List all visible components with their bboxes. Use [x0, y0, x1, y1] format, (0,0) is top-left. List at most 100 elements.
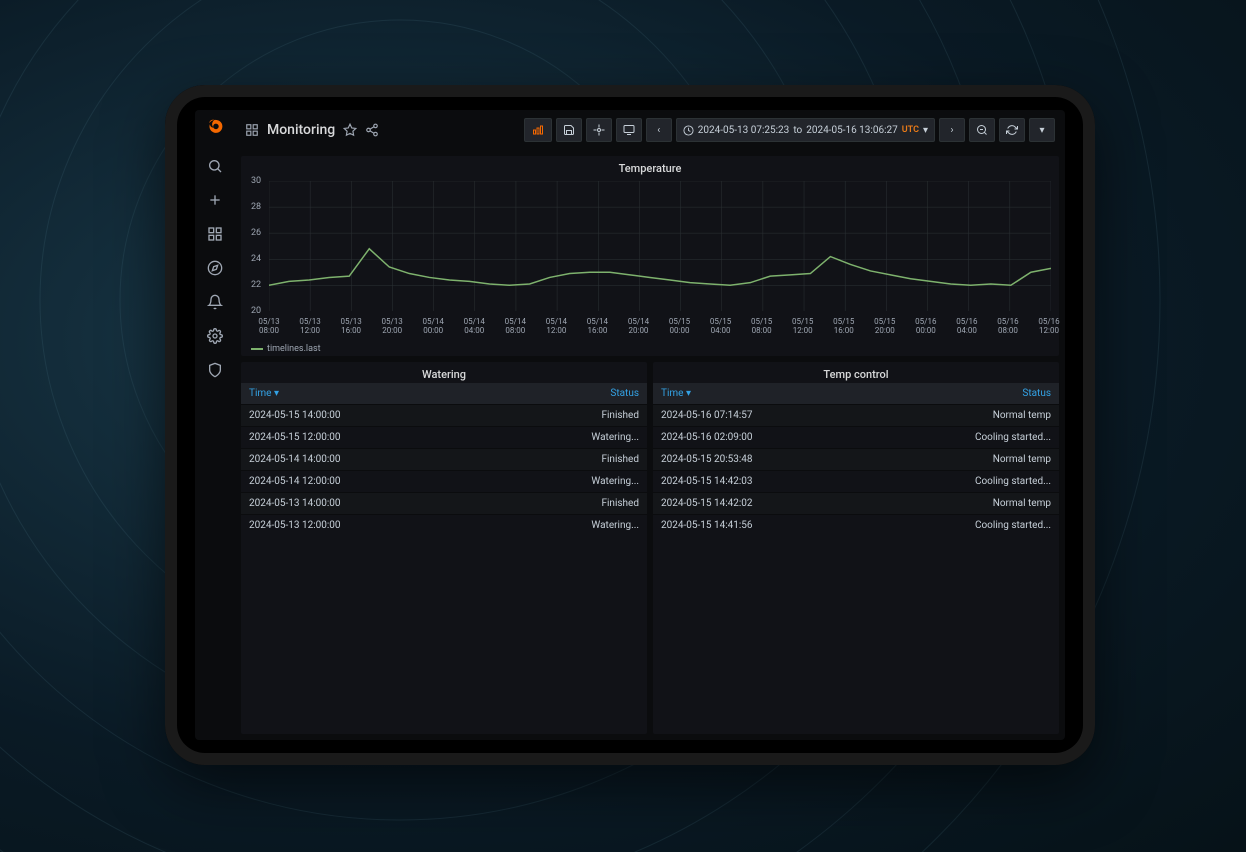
table-row[interactable]: 2024-05-13 12:00:00 Watering...: [241, 514, 647, 536]
temp-control-panel: Temp control Time ▾ Status 2024-05-16 07…: [653, 362, 1059, 734]
row-time: 2024-05-15 12:00:00: [249, 432, 341, 443]
temperature-panel: Temperature 302826242220 05/13 08:0005/1…: [241, 156, 1059, 356]
chart-legend: timelines.last: [251, 344, 321, 354]
time-range-picker[interactable]: 2024-05-13 07:25:23 to 2024-05-16 13:06:…: [676, 118, 935, 142]
time-range-to-label: to: [793, 125, 802, 136]
temp-control-time-column[interactable]: Time ▾: [661, 388, 691, 399]
row-status: Watering...: [591, 432, 639, 443]
row-status: Cooling started...: [975, 476, 1051, 487]
row-time: 2024-05-14 12:00:00: [249, 476, 341, 487]
row-status: Finished: [601, 410, 639, 421]
chevron-down-icon: ▾: [923, 125, 928, 136]
refresh-interval-button[interactable]: ▾: [1029, 118, 1055, 142]
temp-control-table-header: Time ▾ Status: [653, 383, 1059, 404]
x-tick: 05/14 00:00: [423, 317, 444, 336]
x-tick: 05/15 04:00: [710, 317, 731, 336]
table-row[interactable]: 2024-05-15 14:41:56Cooling started...: [653, 514, 1059, 536]
gear-icon[interactable]: [207, 328, 223, 344]
row-time: 2024-05-15 14:42:03: [661, 476, 753, 487]
watering-status-column[interactable]: Status: [610, 388, 639, 399]
save-button[interactable]: [556, 118, 582, 142]
y-tick: 20: [251, 306, 261, 316]
row-time: 2024-05-15 20:53:48: [661, 454, 753, 465]
x-tick: 05/13 20:00: [382, 317, 403, 336]
watering-time-column[interactable]: Time ▾: [249, 388, 279, 399]
y-tick: 24: [251, 254, 261, 264]
x-tick: 05/13 08:00: [258, 317, 279, 336]
x-tick: 05/16 04:00: [956, 317, 977, 336]
plus-icon[interactable]: [207, 192, 223, 208]
explore-icon[interactable]: [207, 260, 223, 276]
x-tick: 05/15 20:00: [874, 317, 895, 336]
star-icon[interactable]: [343, 123, 357, 137]
table-row[interactable]: 2024-05-16 07:14:57Normal temp: [653, 404, 1059, 426]
time-back-button[interactable]: ‹: [646, 118, 672, 142]
watering-panel-title: Watering: [241, 362, 647, 383]
table-row[interactable]: 2024-05-15 14:42:02Normal temp: [653, 492, 1059, 514]
x-tick: 05/14 16:00: [587, 317, 608, 336]
y-tick: 22: [251, 280, 261, 290]
time-range-from: 2024-05-13 07:25:23: [698, 125, 790, 136]
add-panel-button[interactable]: [524, 118, 552, 142]
zoom-out-button[interactable]: [969, 118, 995, 142]
x-tick: 05/15 08:00: [751, 317, 772, 336]
table-row[interactable]: 2024-05-16 02:09:00 Cooling started...: [653, 426, 1059, 448]
temp-control-status-column[interactable]: Status: [1022, 388, 1051, 399]
row-time: 2024-05-15 14:41:56: [661, 520, 753, 531]
row-time: 2024-05-13 12:00:00: [249, 520, 341, 531]
table-row[interactable]: 2024-05-13 14:00:00 Finished: [241, 492, 647, 514]
table-row[interactable]: 2024-05-15 14:42:03 Cooling started...: [653, 470, 1059, 492]
x-tick: 05/14 20:00: [628, 317, 649, 336]
x-tick: 05/13 12:00: [299, 317, 320, 336]
row-status: Watering...: [591, 520, 639, 531]
temperature-panel-title: Temperature: [241, 156, 1059, 177]
temperature-chart[interactable]: 302826242220 05/13 08:0005/13 12:0005/13…: [241, 177, 1059, 356]
row-status: Normal temp: [993, 498, 1051, 509]
table-row[interactable]: 2024-05-15 20:53:48 Normal temp: [653, 448, 1059, 470]
x-tick: 05/14 04:00: [464, 317, 485, 336]
x-tick: 05/15 00:00: [669, 317, 690, 336]
row-status: Normal temp: [993, 454, 1051, 465]
watering-table-header: Time ▾ Status: [241, 383, 647, 404]
settings-button[interactable]: [586, 118, 612, 142]
row-status: Cooling started...: [975, 432, 1051, 443]
alerting-icon[interactable]: [207, 294, 223, 310]
row-time: 2024-05-16 02:09:00: [661, 432, 753, 443]
timezone-label: UTC: [902, 125, 919, 135]
grafana-logo-icon[interactable]: [204, 118, 226, 140]
row-time: 2024-05-15 14:00:00: [249, 410, 341, 421]
search-icon[interactable]: [207, 158, 223, 174]
content: Temperature 302826242220 05/13 08:0005/1…: [235, 150, 1065, 740]
legend-label: timelines.last: [267, 344, 321, 354]
screen: Monitoring ‹ 2024-05-13 07:25:23 to 2024…: [195, 110, 1065, 740]
legend-swatch: [251, 348, 263, 350]
table-row[interactable]: 2024-05-14 14:00:00Finished: [241, 448, 647, 470]
refresh-button[interactable]: [999, 118, 1025, 142]
main-area: Monitoring ‹ 2024-05-13 07:25:23 to 2024…: [235, 110, 1065, 740]
x-tick: 05/14 08:00: [505, 317, 526, 336]
row-status: Finished: [601, 454, 639, 465]
time-range-to: 2024-05-16 13:06:27: [806, 125, 898, 136]
y-tick: 30: [251, 176, 261, 186]
dashboards-icon[interactable]: [207, 226, 223, 242]
x-tick: 05/16 08:00: [997, 317, 1018, 336]
sidebar: [195, 110, 235, 740]
table-row[interactable]: 2024-05-14 12:00:00Watering...: [241, 470, 647, 492]
share-icon[interactable]: [365, 123, 379, 137]
tablet-frame: Monitoring ‹ 2024-05-13 07:25:23 to 2024…: [165, 85, 1095, 765]
x-tick: 05/14 12:00: [546, 317, 567, 336]
page-title: Monitoring: [267, 122, 335, 138]
x-tick: 05/15 16:00: [833, 317, 854, 336]
time-forward-button[interactable]: ›: [939, 118, 965, 142]
row-time: 2024-05-16 07:14:57: [661, 410, 753, 421]
tables-row: Watering Time ▾ Status 2024-05-15 14:00:…: [241, 362, 1059, 734]
shield-icon[interactable]: [207, 362, 223, 378]
table-row[interactable]: 2024-05-15 14:00:00 Finished: [241, 404, 647, 426]
dashboard-grid-icon[interactable]: [245, 123, 259, 137]
row-time: 2024-05-13 14:00:00: [249, 498, 341, 509]
tv-mode-button[interactable]: [616, 118, 642, 142]
x-tick: 05/16 00:00: [915, 317, 936, 336]
table-row[interactable]: 2024-05-15 12:00:00 Watering...: [241, 426, 647, 448]
y-tick: 28: [251, 202, 261, 212]
row-status: Finished: [601, 498, 639, 509]
